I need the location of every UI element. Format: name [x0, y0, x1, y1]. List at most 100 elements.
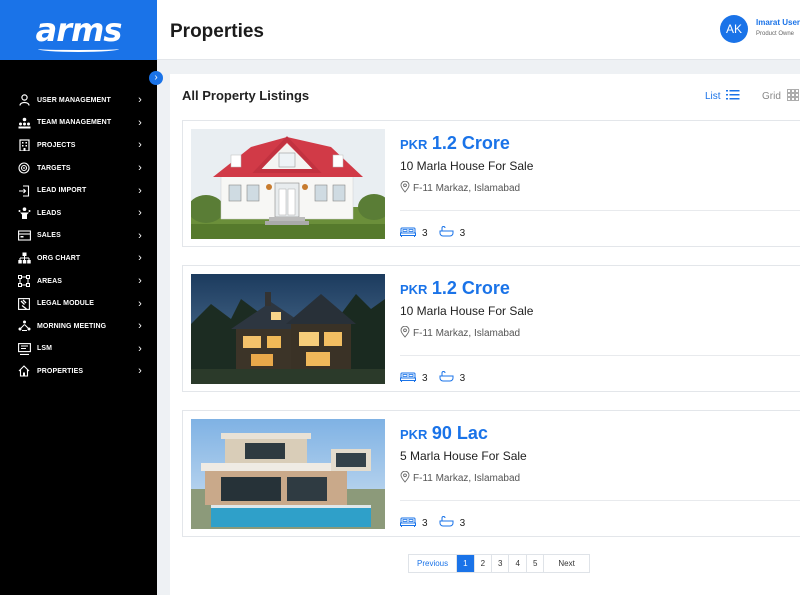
page-button-1[interactable]: 1 — [457, 555, 475, 572]
amenities: 3 3 — [400, 516, 476, 530]
property-price: PKR 90 Lac — [400, 423, 488, 444]
page-button-4[interactable]: 4 — [509, 555, 527, 572]
bath-icon — [439, 226, 454, 240]
previous-page-button[interactable]: Previous — [409, 555, 458, 572]
sidebar-item-label: LEADS — [37, 209, 62, 217]
sidebar-item-projects[interactable]: PROJECTS › — [0, 134, 157, 157]
building-icon — [17, 138, 31, 152]
sidebar-item-label: USER MANAGEMENT — [37, 96, 111, 104]
sidebar-item-label: TEAM MANAGEMENT — [37, 119, 112, 127]
chevron-right-icon: › — [138, 229, 142, 242]
property-title[interactable]: 5 Marla House For Sale — [400, 449, 527, 463]
property-location: F-11 Markaz, Islamabad — [400, 470, 521, 486]
chevron-right-icon: › — [138, 365, 142, 378]
location-text: F-11 Markaz, Islamabad — [413, 183, 521, 194]
list-view-icon — [725, 89, 740, 104]
grid-view-label: Grid — [762, 91, 781, 102]
next-page-button[interactable]: Next — [544, 555, 588, 572]
bath-count: 3 — [459, 372, 466, 384]
chevron-right-icon: › — [138, 162, 142, 175]
sales-icon — [17, 229, 31, 243]
amenities: 3 3 — [400, 226, 476, 240]
sidebar-item-targets[interactable]: TARGETS › — [0, 157, 157, 180]
property-image[interactable] — [191, 129, 385, 239]
logo-area[interactable]: arms — [0, 0, 157, 60]
property-price: PKR 1.2 Crore — [400, 133, 510, 154]
price-amount: 1.2 Crore — [431, 278, 510, 298]
sidebar: arms USER MANAGEMENT › TEAM MANAGEMENT ›… — [0, 0, 157, 595]
user-name[interactable]: Imarat User — [756, 18, 800, 27]
price-currency: PKR — [400, 282, 428, 297]
arms-logo: arms — [36, 11, 122, 52]
top-header: Properties AK Imarat User Product Owne — [157, 0, 800, 60]
sidebar-item-label: ORG CHART — [37, 254, 81, 262]
sidebar-item-label: LSM — [37, 345, 53, 353]
bed-count: 3 — [422, 517, 428, 529]
property-price: PKR 1.2 Crore — [400, 278, 510, 299]
property-title[interactable]: 10 Marla House For Sale — [400, 304, 533, 318]
sidebar-item-leads[interactable]: LEADS › — [0, 202, 157, 225]
listings-panel: All Property Listings List Grid PKR 1.2 … — [170, 74, 800, 595]
collapse-sidebar-button[interactable]: › — [149, 71, 163, 85]
sidebar-item-label: TARGETS — [37, 164, 71, 172]
sidebar-item-properties[interactable]: PROPERTIES › — [0, 360, 157, 383]
bed-count: 3 — [422, 372, 428, 384]
user-role: Product Owne — [756, 31, 795, 37]
sidebar-item-morning-meeting[interactable]: MORNING MEETING › — [0, 315, 157, 338]
page-button-3[interactable]: 3 — [492, 555, 510, 572]
sidebar-item-user-management[interactable]: USER MANAGEMENT › — [0, 89, 157, 112]
sidebar-item-label: LEAD IMPORT — [37, 187, 87, 195]
grid-view-icon — [787, 89, 799, 104]
property-location: F-11 Markaz, Islamabad — [400, 180, 521, 196]
page-title: Properties — [170, 21, 264, 42]
leads-icon — [17, 206, 31, 220]
chevron-right-icon: › — [138, 297, 142, 310]
chevron-right-icon: › — [138, 116, 142, 129]
sidebar-item-label: SALES — [37, 232, 61, 240]
sidebar-item-label: MORNING MEETING — [37, 322, 107, 330]
bed-icon — [400, 227, 416, 240]
sidebar-item-org-chart[interactable]: ORG CHART › — [0, 247, 157, 270]
property-image[interactable] — [191, 274, 385, 384]
sidebar-item-legal-module[interactable]: LEGAL MODULE › — [0, 292, 157, 315]
property-image[interactable] — [191, 419, 385, 529]
meeting-icon — [17, 319, 31, 333]
sidebar-item-team-management[interactable]: TEAM MANAGEMENT › — [0, 112, 157, 135]
chevron-right-icon: › — [138, 320, 142, 333]
price-amount: 90 Lac — [431, 423, 488, 443]
sidebar-item-lead-import[interactable]: LEAD IMPORT › — [0, 179, 157, 202]
location-text: F-11 Markaz, Islamabad — [413, 473, 521, 484]
chevron-right-icon: › — [138, 184, 142, 197]
target-icon — [17, 161, 31, 175]
lsm-icon — [17, 342, 31, 356]
sidebar-item-areas[interactable]: AREAS › — [0, 270, 157, 293]
sidebar-item-sales[interactable]: SALES › — [0, 225, 157, 248]
property-card[interactable]: PKR 90 Lac 5 Marla House For Sale F-11 M… — [182, 410, 800, 537]
property-title[interactable]: 10 Marla House For Sale — [400, 159, 533, 173]
chevron-right-icon: › — [138, 252, 142, 265]
property-card[interactable]: PKR 1.2 Crore 10 Marla House For Sale F-… — [182, 265, 800, 392]
page-button-2[interactable]: 2 — [475, 555, 493, 572]
list-view-button[interactable]: List — [705, 89, 740, 104]
chevron-right-icon: › — [138, 94, 142, 107]
grid-view-button[interactable]: Grid — [762, 89, 799, 104]
sidebar-item-lsm[interactable]: LSM › — [0, 338, 157, 361]
bath-icon — [439, 371, 454, 385]
org-chart-icon — [17, 251, 31, 265]
bed-icon — [400, 372, 416, 385]
list-view-label: List — [705, 91, 721, 102]
bed-icon — [400, 517, 416, 530]
property-location: F-11 Markaz, Islamabad — [400, 325, 520, 341]
legal-icon — [17, 297, 31, 311]
card-divider — [400, 355, 800, 356]
avatar[interactable]: AK — [720, 15, 748, 43]
page-button-5[interactable]: 5 — [527, 555, 545, 572]
price-amount: 1.2 Crore — [431, 133, 510, 153]
bath-icon — [439, 516, 454, 530]
sidebar-nav: USER MANAGEMENT › TEAM MANAGEMENT › PROJ… — [0, 89, 157, 383]
property-card[interactable]: PKR 1.2 Crore 10 Marla House For Sale F-… — [182, 120, 800, 247]
card-divider — [400, 500, 800, 501]
bath-count: 3 — [459, 227, 466, 239]
price-currency: PKR — [400, 427, 428, 442]
bed-count: 3 — [422, 227, 428, 239]
